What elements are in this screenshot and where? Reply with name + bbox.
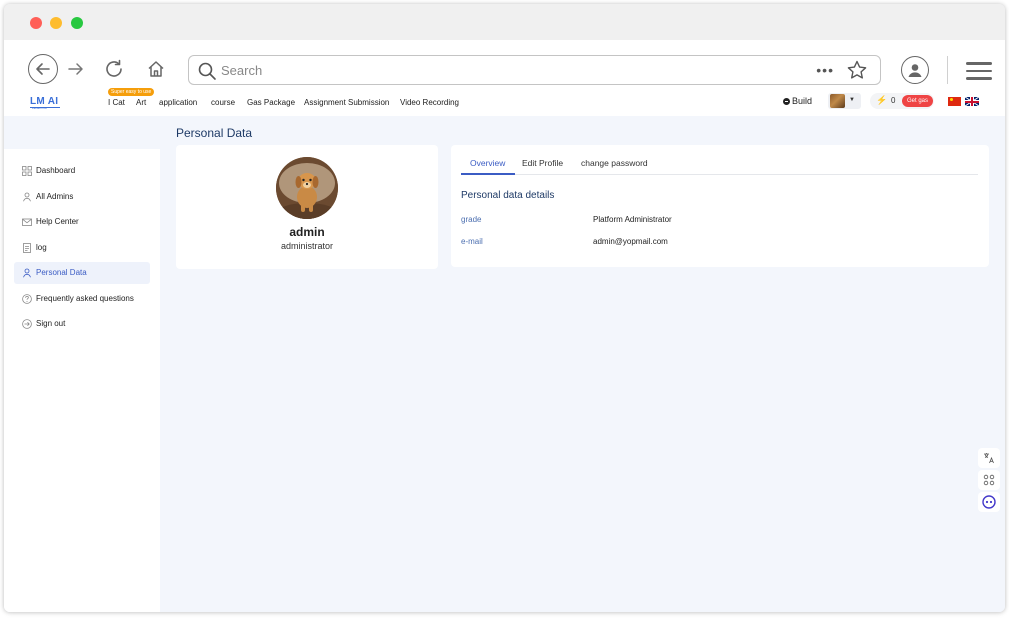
build-label: Build <box>792 96 813 106</box>
user-circle-icon <box>908 64 922 77</box>
toolbar-divider <box>947 56 948 84</box>
browser-toolbar: ••• LM AI Lanamin AI Super easy to use I… <box>4 40 1005 116</box>
sidebar-item-label: Dashboard <box>36 166 76 175</box>
logo-subtitle: Lanamin AI <box>32 106 48 110</box>
profile-role: administrator <box>280 241 334 251</box>
browser-menu-button[interactable] <box>966 62 992 80</box>
search-input[interactable] <box>221 60 801 80</box>
tab-overview[interactable]: Overview <box>470 158 505 168</box>
section-title: Personal data details <box>461 190 555 201</box>
nav-item-assignment-submission[interactable]: Assignment Submission <box>304 98 389 107</box>
more-options-icon[interactable]: ••• <box>816 62 834 78</box>
sidebar: Dashboard All Admins Help Center log Per… <box>4 149 160 612</box>
get-gas-button[interactable]: Get gas <box>902 95 934 107</box>
page-title: Personal Data <box>176 126 253 140</box>
close-window-button[interactable] <box>30 17 42 29</box>
profile-card: admin administrator <box>176 145 438 269</box>
active-tab-indicator <box>461 173 515 175</box>
assistant-button[interactable] <box>978 492 1000 512</box>
title-bar <box>4 4 1005 40</box>
sidebar-item-sign-out[interactable]: Sign out <box>14 313 150 335</box>
sidebar-item-all-admins[interactable]: All Admins <box>14 186 150 208</box>
search-bar[interactable]: ••• <box>188 55 881 85</box>
sidebar-item-label: log <box>36 243 47 252</box>
nav-item-gas-package[interactable]: Gas Package <box>247 98 295 107</box>
nav-item-art[interactable]: Art <box>136 98 146 107</box>
browser-profile-button[interactable] <box>901 56 929 84</box>
sidebar-item-label: Frequently asked questions <box>36 294 134 303</box>
sidebar-item-label: Sign out <box>36 319 66 328</box>
search-icon <box>198 62 216 80</box>
app-top-nav: LM AI Lanamin AI Super easy to use I Cat… <box>4 88 1005 116</box>
grade-label: grade <box>461 215 482 224</box>
nav-item-icat[interactable]: I Cat <box>108 98 125 107</box>
sidebar-item-label: Personal Data <box>36 268 87 277</box>
reload-icon <box>106 59 122 77</box>
arrow-right-icon <box>68 63 83 75</box>
sidebar-item-help-center[interactable]: Help Center <box>14 211 150 233</box>
lightning-icon: ⚡ <box>876 95 888 105</box>
document-icon <box>23 243 31 253</box>
user-avatar-small <box>830 94 845 108</box>
minimize-window-button[interactable] <box>50 17 62 29</box>
profile-name: admin <box>289 225 325 239</box>
promo-badge: Super easy to use <box>108 88 155 96</box>
grid-icon <box>22 166 32 176</box>
caret-down-icon: ▼ <box>849 97 855 103</box>
gas-balance: ⚡ 0 Get gas <box>870 93 934 109</box>
sidebar-item-dashboard[interactable]: Dashboard <box>14 160 150 182</box>
question-icon <box>22 294 32 304</box>
browser-window: ••• LM AI Lanamin AI Super easy to use I… <box>4 4 1005 612</box>
bookmark-star-icon[interactable] <box>846 59 868 81</box>
back-button[interactable] <box>28 54 58 84</box>
sign-out-icon <box>22 319 32 329</box>
nav-item-application[interactable]: application <box>159 98 197 107</box>
home-icon <box>148 61 164 77</box>
user-menu-button[interactable]: ▼ <box>828 93 861 109</box>
nav-item-video-recording[interactable]: Video Recording <box>400 98 459 107</box>
sidebar-item-label: Help Center <box>36 217 79 226</box>
chinese-flag-icon[interactable] <box>948 97 961 106</box>
translate-button[interactable] <box>978 448 1000 468</box>
reload-button[interactable] <box>102 56 126 82</box>
apps-icon <box>983 474 995 486</box>
arrow-left-icon <box>36 63 50 75</box>
grade-value: Platform Administrator <box>593 215 672 224</box>
details-card: Overview Edit Profile change password Pe… <box>451 145 989 267</box>
sidebar-item-faq[interactable]: Frequently asked questions <box>14 288 150 310</box>
sidebar-item-log[interactable]: log <box>14 237 150 259</box>
maximize-window-button[interactable] <box>71 17 83 29</box>
uk-flag-icon[interactable] <box>965 97 979 106</box>
email-value: admin@yopmail.com <box>593 237 668 246</box>
sidebar-item-label: All Admins <box>36 192 74 201</box>
profile-avatar <box>276 157 338 219</box>
user-icon <box>23 268 31 278</box>
build-icon <box>783 97 790 105</box>
sidebar-item-personal-data[interactable]: Personal Data <box>14 262 150 284</box>
page-content: Personal Data Dashboard All Admins Help … <box>4 116 1005 612</box>
assistant-icon <box>982 495 996 509</box>
nav-item-course[interactable]: course <box>211 98 235 107</box>
tabs-divider <box>461 174 978 175</box>
mail-icon <box>22 218 32 226</box>
forward-button[interactable] <box>64 56 88 82</box>
tab-change-password[interactable]: change password <box>581 158 648 168</box>
translate-icon <box>984 453 994 464</box>
puppy-photo <box>276 157 338 219</box>
user-icon <box>23 192 31 202</box>
tab-edit-profile[interactable]: Edit Profile <box>522 158 563 168</box>
home-button[interactable] <box>144 56 168 82</box>
email-label: e-mail <box>461 237 483 246</box>
apps-button[interactable] <box>978 470 1000 490</box>
gas-count: 0 <box>891 96 896 105</box>
build-button[interactable]: Build <box>783 96 812 106</box>
